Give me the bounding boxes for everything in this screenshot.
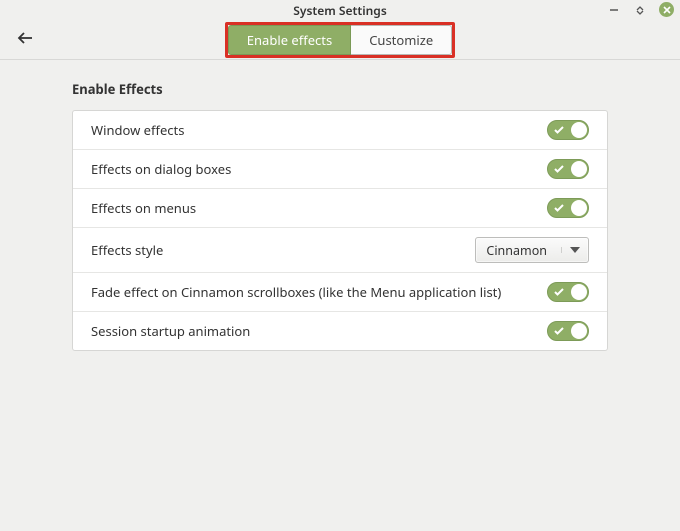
- headerbar: Enable effects Customize: [0, 20, 680, 60]
- section-title: Enable Effects: [72, 80, 608, 98]
- toggle-knob: [571, 200, 587, 216]
- check-icon: [554, 165, 564, 173]
- chevron-down-icon: [561, 247, 580, 253]
- dropdown-effects-style[interactable]: Cinnamon: [475, 237, 589, 263]
- tab-customize[interactable]: Customize: [351, 25, 452, 55]
- row-label: Effects on menus: [91, 199, 196, 217]
- check-icon: [554, 204, 564, 212]
- toggle-window-effects[interactable]: [547, 120, 589, 140]
- minimize-button[interactable]: [607, 3, 621, 17]
- toggle-knob: [571, 284, 587, 300]
- row-window-effects: Window effects: [73, 111, 607, 150]
- dropdown-value: Cinnamon: [486, 242, 547, 259]
- row-label: Window effects: [91, 121, 184, 139]
- row-label: Effects style: [91, 241, 163, 259]
- check-icon: [554, 327, 564, 335]
- toggle-knob: [571, 323, 587, 339]
- window-title: System Settings: [293, 2, 386, 19]
- titlebar: System Settings: [0, 0, 680, 20]
- toggle-dialog-boxes[interactable]: [547, 159, 589, 179]
- maximize-button[interactable]: [633, 3, 647, 17]
- toggle-knob: [571, 122, 587, 138]
- row-dialog-boxes: Effects on dialog boxes: [73, 150, 607, 189]
- toggle-fade-effect[interactable]: [547, 282, 589, 302]
- row-label: Effects on dialog boxes: [91, 160, 231, 178]
- tab-enable-effects[interactable]: Enable effects: [228, 25, 351, 55]
- toggle-knob: [571, 161, 587, 177]
- close-button[interactable]: [659, 2, 674, 17]
- row-menus: Effects on menus: [73, 189, 607, 228]
- row-startup-animation: Session startup animation: [73, 312, 607, 350]
- row-label: Fade effect on Cinnamon scrollboxes (lik…: [91, 283, 501, 301]
- window-controls: [607, 2, 674, 17]
- check-icon: [554, 126, 564, 134]
- row-label: Session startup animation: [91, 322, 250, 340]
- row-effects-style: Effects style Cinnamon: [73, 228, 607, 273]
- tab-switcher-highlight: Enable effects Customize: [225, 22, 455, 58]
- check-icon: [554, 288, 564, 296]
- row-fade-effect: Fade effect on Cinnamon scrollboxes (lik…: [73, 273, 607, 312]
- toggle-menus[interactable]: [547, 198, 589, 218]
- toggle-startup-animation[interactable]: [547, 321, 589, 341]
- back-button[interactable]: [16, 28, 36, 52]
- settings-panel: Window effects Effects on dialog boxes E…: [72, 110, 608, 351]
- content-area: Enable Effects Window effects Effects on…: [0, 60, 680, 351]
